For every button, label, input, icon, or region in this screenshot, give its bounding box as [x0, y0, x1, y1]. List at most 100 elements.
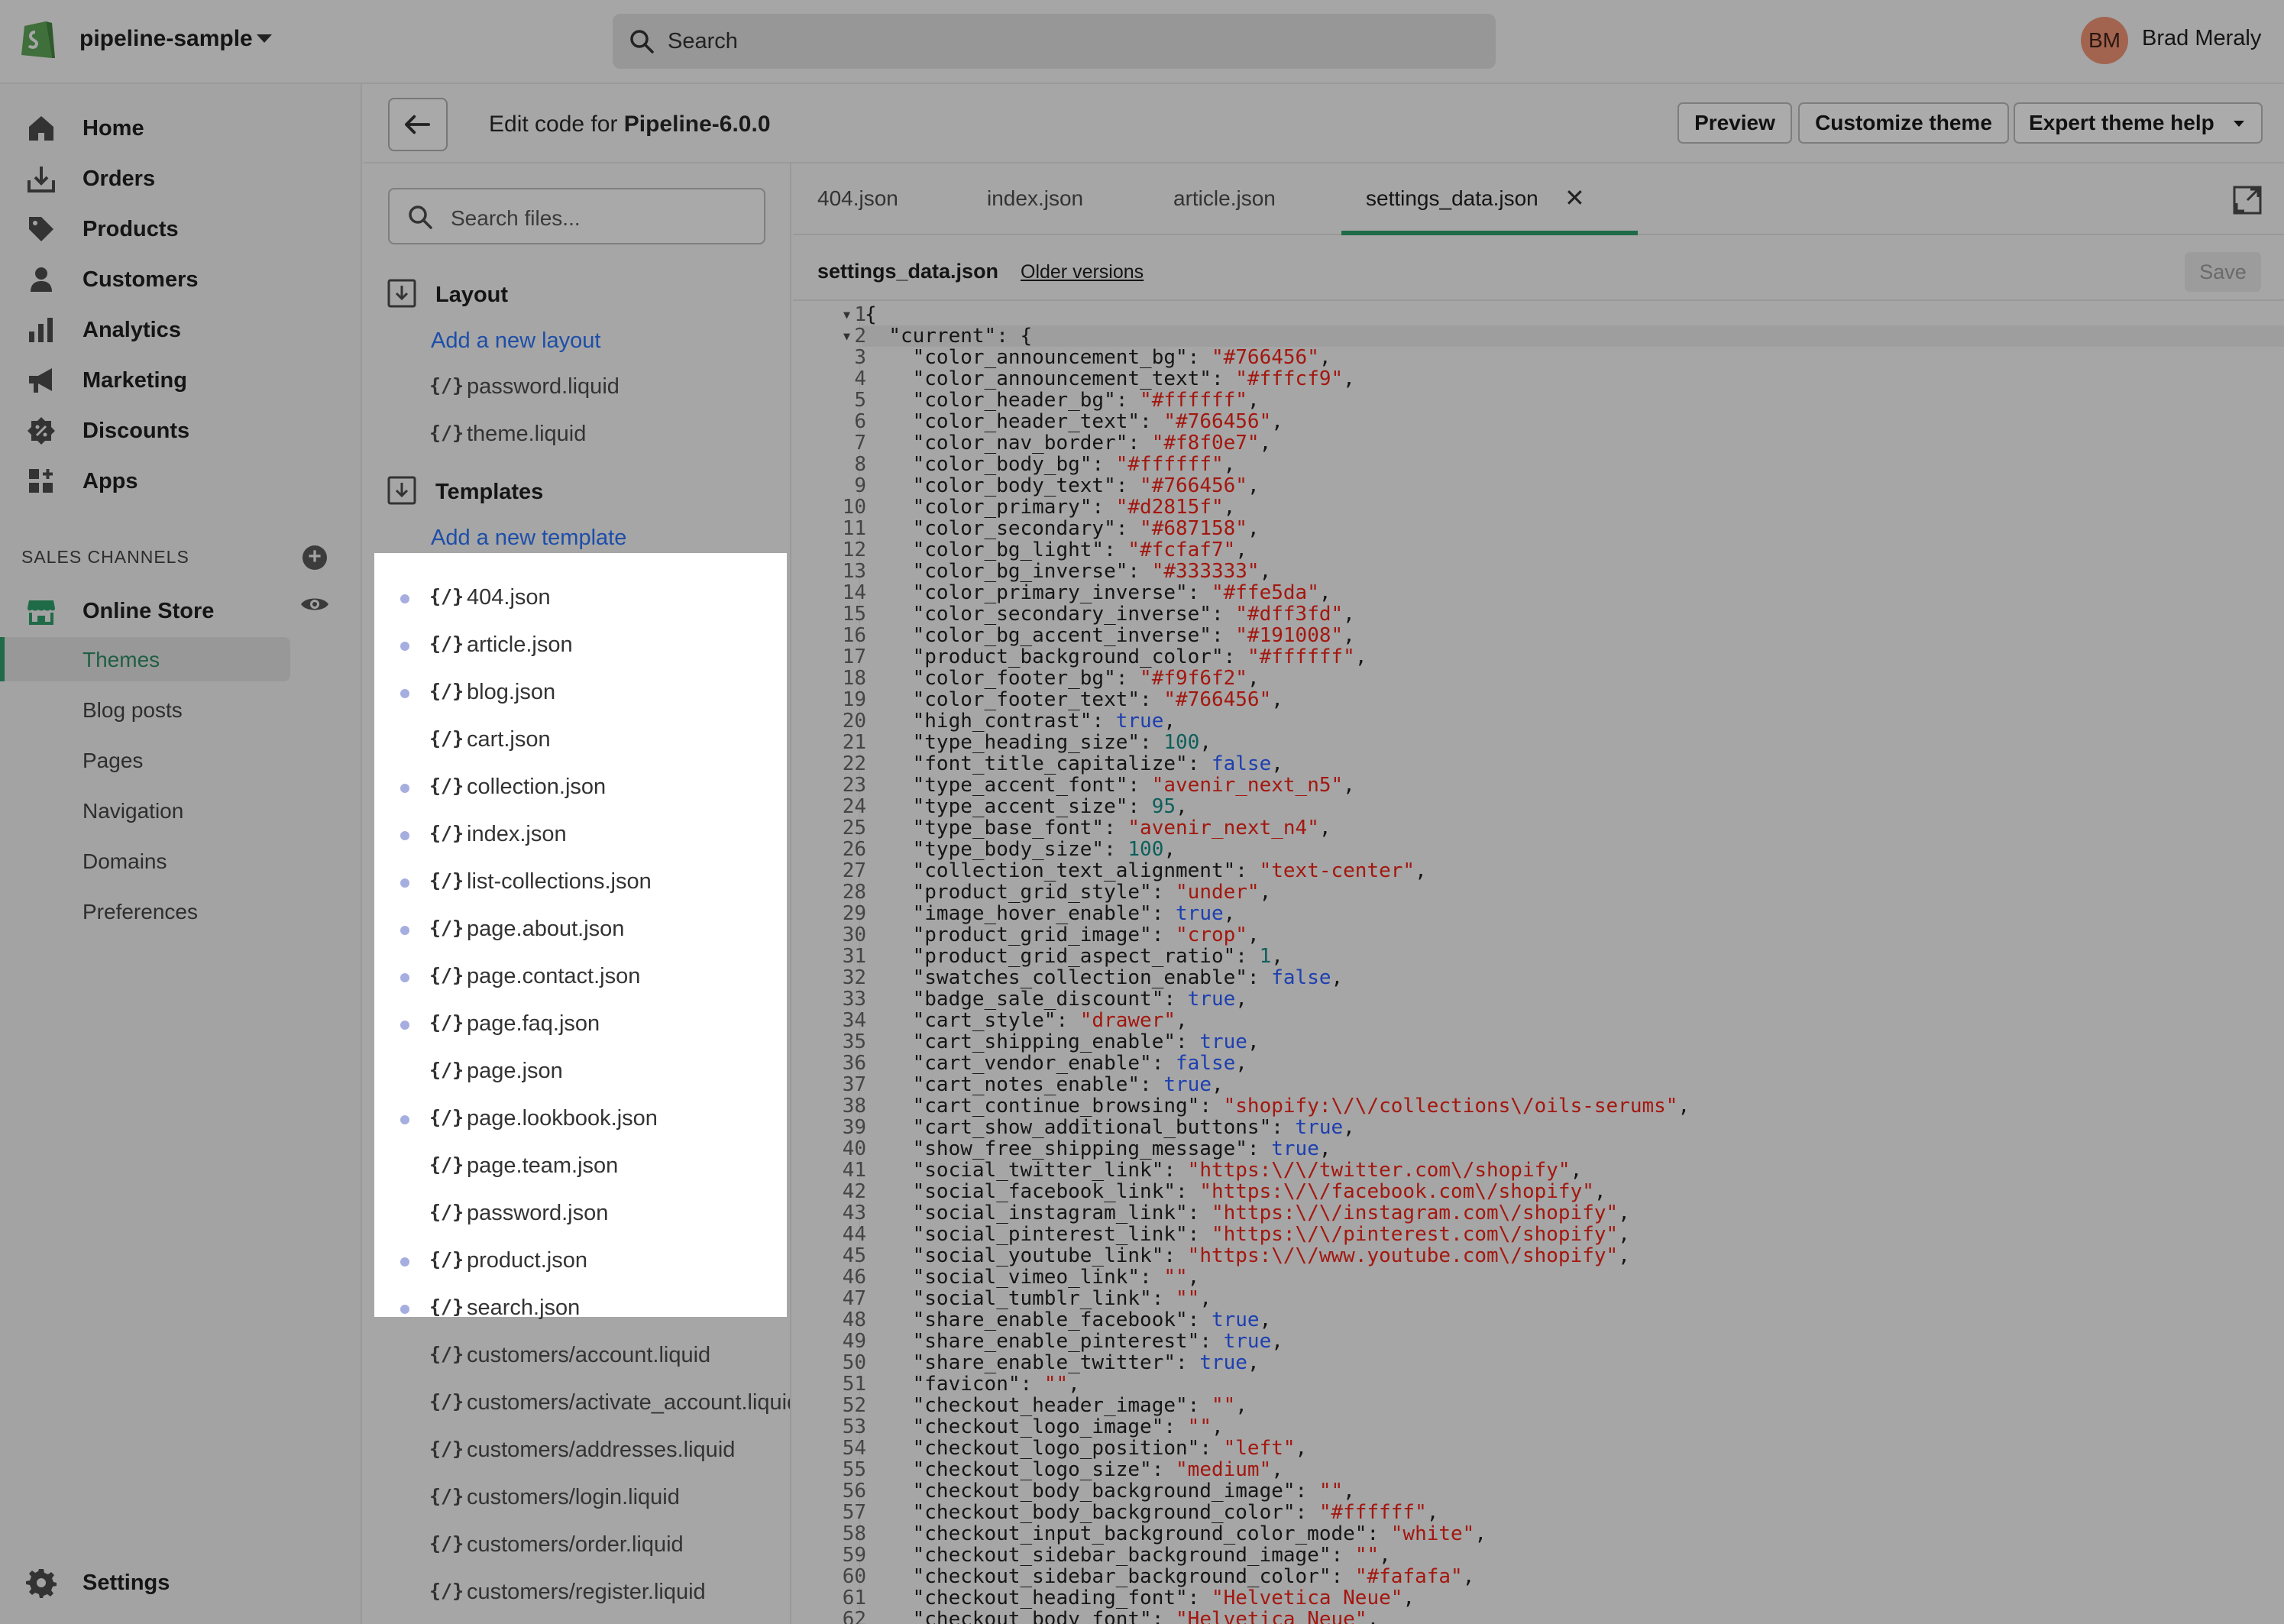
nav-item-products[interactable]: Products — [0, 205, 362, 251]
line-number: 7 — [854, 432, 866, 455]
code-text: "social_twitter_link": "https:\/\/twitte… — [912, 1159, 1583, 1182]
nav-sub-item-navigation[interactable]: Navigation — [0, 788, 290, 833]
eye-icon[interactable] — [299, 594, 330, 614]
expert-theme-help-button[interactable]: Expert theme help — [2014, 102, 2263, 144]
file-item[interactable]: {/} page.about.json — [364, 906, 790, 953]
file-item[interactable]: {/} customers/account.liquid — [364, 1332, 790, 1380]
add-layout-link[interactable]: Add a new layout — [431, 328, 600, 354]
line-number: 2 — [854, 325, 866, 348]
fold-toggle-icon[interactable]: ▼ — [843, 325, 850, 347]
code-line: 59 "checkout_sidebar_background_image": … — [793, 1545, 2284, 1566]
code-text: "cart_show_additional_buttons": true, — [912, 1116, 1355, 1139]
file-item[interactable]: {/}customers/reset_password.liquid — [364, 1616, 790, 1624]
file-item[interactable]: {/} theme.liquid — [364, 411, 790, 458]
code-line: 33 "badge_sale_discount": true, — [793, 988, 2284, 1010]
top-bar: pipeline-sample Search BM Brad Meraly — [0, 0, 2284, 84]
code-area[interactable]: 1 ▼{2 ▼ "current": {3 "color_announcement_… — [793, 304, 2284, 1624]
code-text: "social_pinterest_link": "https:\/\/pint… — [912, 1223, 1630, 1246]
code-line: 23 "type_accent_font": "avenir_next_n5", — [793, 775, 2284, 796]
file-name: page.json — [467, 1059, 563, 1083]
user-name[interactable]: Brad Meraly — [2142, 26, 2261, 51]
code-line: 31 "product_grid_aspect_ratio": 1, — [793, 946, 2284, 967]
nav-item-customers[interactable]: Customers — [0, 255, 362, 301]
nav-item-analytics[interactable]: Analytics — [0, 306, 362, 351]
line-number: 18 — [842, 667, 866, 690]
code-text: "color_announcement_bg": "#766456", — [912, 346, 1331, 369]
file-item[interactable]: {/} 404.json — [364, 574, 790, 622]
file-item[interactable]: {/} page.contact.json — [364, 953, 790, 1001]
file-item[interactable]: {/} collection.json — [364, 764, 790, 811]
file-item[interactable]: {/} page.json — [364, 1048, 790, 1095]
file-item[interactable]: {/} page.faq.json — [364, 1001, 790, 1048]
file-item[interactable]: {/} customers/login.liquid — [364, 1474, 790, 1522]
tab-404-json[interactable]: 404.json — [817, 186, 898, 211]
nav-item-apps[interactable]: Apps — [0, 457, 362, 503]
fold-toggle-icon[interactable]: ▼ — [843, 304, 850, 325]
nav-item-settings[interactable]: Settings — [0, 1558, 362, 1604]
file-item[interactable]: {/} blog.json — [364, 669, 790, 717]
shopify-logo-icon[interactable] — [18, 15, 58, 61]
file-item[interactable]: {/} password.json — [364, 1190, 790, 1237]
file-code-icon: {/} — [429, 917, 464, 939]
file-name: page.contact.json — [467, 964, 641, 988]
folder-templates[interactable]: Templates — [387, 472, 768, 510]
file-item[interactable]: {/} article.json — [364, 622, 790, 669]
nav-sub-item-domains[interactable]: Domains — [0, 839, 290, 883]
file-item[interactable]: {/} customers/addresses.liquid — [364, 1427, 790, 1474]
save-button[interactable]: Save — [2185, 252, 2261, 292]
avatar[interactable]: BM — [2081, 17, 2128, 64]
nav-sub-item-themes[interactable]: Themes — [0, 637, 290, 681]
file-search-input[interactable]: Search files... — [388, 188, 765, 244]
nav-sub-item-preferences[interactable]: Preferences — [0, 889, 290, 933]
code-text: "swatches_collection_enable": false, — [912, 966, 1344, 989]
older-versions-link[interactable]: Older versions — [1021, 261, 1144, 283]
code-text: "share_enable_pinterest": true, — [912, 1330, 1283, 1353]
add-sales-channel-button[interactable]: + — [302, 545, 327, 570]
file-item[interactable]: {/} customers/activate_account.liquid — [364, 1380, 790, 1427]
global-search-input[interactable]: Search — [613, 14, 1496, 69]
file-name: password.json — [467, 1201, 609, 1225]
close-icon[interactable]: ✕ — [1564, 183, 1585, 212]
store-name[interactable]: pipeline-sample — [79, 26, 253, 52]
file-code-icon: {/} — [429, 775, 464, 797]
code-line: 5 "color_header_bg": "#ffffff", — [793, 390, 2284, 411]
tab-index-json[interactable]: index.json — [987, 186, 1083, 211]
add-template-link[interactable]: Add a new template — [431, 526, 626, 551]
line-number: 47 — [842, 1287, 866, 1310]
expand-icon[interactable] — [2232, 185, 2263, 215]
line-number: 22 — [842, 752, 866, 775]
file-item[interactable]: {/} page.team.json — [364, 1143, 790, 1190]
line-number: 1 — [854, 304, 866, 326]
customize-theme-button[interactable]: Customize theme — [1798, 102, 2009, 144]
file-item[interactable]: {/} search.json — [364, 1285, 790, 1332]
nav-item-marketing[interactable]: Marketing — [0, 356, 362, 402]
nav-item-orders[interactable]: Orders — [0, 154, 362, 200]
back-button[interactable] — [388, 98, 448, 151]
preview-button[interactable]: Preview — [1677, 102, 1792, 144]
file-code-icon: {/} — [429, 1438, 464, 1460]
code-line: 30 "product_grid_image": "crop", — [793, 924, 2284, 946]
file-name: 404.json — [467, 585, 551, 610]
folder-layout[interactable]: Layout — [387, 275, 768, 313]
tab-article-json[interactable]: article.json — [1173, 186, 1276, 211]
code-text: "product_grid_style": "under", — [912, 881, 1272, 904]
chevron-down-icon[interactable] — [257, 34, 272, 43]
file-item[interactable]: {/} page.lookbook.json — [364, 1095, 790, 1143]
file-code-icon: {/} — [429, 1011, 464, 1034]
file-item[interactable]: {/} index.json — [364, 811, 790, 859]
file-item[interactable]: {/} customers/register.liquid — [364, 1569, 790, 1616]
file-item[interactable]: {/} customers/order.liquid — [364, 1522, 790, 1569]
nav-item-home[interactable]: Home — [0, 104, 362, 150]
file-item[interactable]: {/} password.liquid — [364, 364, 790, 411]
file-name: customers/addresses.liquid — [467, 1438, 736, 1462]
file-name: page.lookbook.json — [467, 1106, 658, 1131]
file-item[interactable]: {/} list-collections.json — [364, 859, 790, 906]
nav-sub-item-pages[interactable]: Pages — [0, 738, 290, 782]
file-item[interactable]: {/} product.json — [364, 1237, 790, 1285]
line-number: 36 — [842, 1052, 866, 1075]
tab-settings-data-json[interactable]: settings_data.json — [1366, 186, 1538, 211]
code-line: 8 "color_body_bg": "#ffffff", — [793, 454, 2284, 475]
file-item[interactable]: {/} cart.json — [364, 717, 790, 764]
nav-item-discounts[interactable]: Discounts — [0, 406, 362, 452]
nav-sub-item-blog-posts[interactable]: Blog posts — [0, 687, 290, 732]
